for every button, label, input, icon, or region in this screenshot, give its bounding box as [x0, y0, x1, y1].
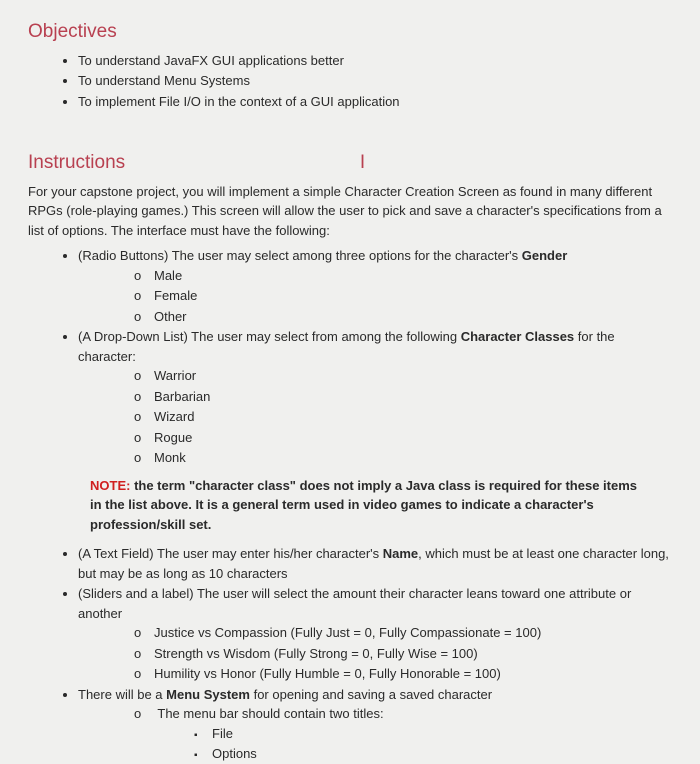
menu-sub-list: The menu bar should contain two titles: …	[78, 704, 672, 764]
objectives-section: Objectives To understand JavaFX GUI appl…	[28, 18, 672, 111]
list-item: Strength vs Wisdom (Fully Strong = 0, Fu…	[134, 644, 672, 664]
instructions-heading: InstructionsI	[28, 149, 672, 178]
slider-options: Justice vs Compassion (Fully Just = 0, F…	[78, 623, 672, 684]
gender-bold: Gender	[522, 248, 568, 263]
list-item: To understand Menu Systems	[78, 71, 672, 91]
note-text: the term "character class" does not impl…	[90, 478, 637, 532]
list-item: To understand JavaFX GUI applications be…	[78, 51, 672, 71]
menu-sub-text: The menu bar should contain two titles:	[157, 706, 383, 721]
class-text-pre: (A Drop-Down List) The user may select f…	[78, 329, 461, 344]
text-cursor: I	[125, 149, 365, 178]
list-item: To implement File I/O in the context of …	[78, 92, 672, 112]
menu-titles: File Options	[134, 724, 672, 764]
list-item: (Radio Buttons) The user may select amon…	[78, 246, 672, 326]
gender-text-pre: (Radio Buttons) The user may select amon…	[78, 248, 522, 263]
objectives-heading: Objectives	[28, 18, 672, 47]
instructions-section: InstructionsI For your capstone project,…	[28, 149, 672, 764]
menu-text-pre: There will be a	[78, 687, 166, 702]
class-bold: Character Classes	[461, 329, 574, 344]
list-item: Rogue	[134, 428, 672, 448]
requirements-list: (Radio Buttons) The user may select amon…	[28, 246, 672, 468]
list-item: Monk	[134, 448, 672, 468]
heading-text: Instructions	[28, 152, 125, 173]
menu-text-post: for opening and saving a saved character	[250, 687, 492, 702]
list-item: (Sliders and a label) The user will sele…	[78, 584, 672, 684]
instructions-intro: For your capstone project, you will impl…	[28, 182, 672, 241]
list-item: File	[194, 724, 672, 744]
list-item: Other	[134, 307, 672, 327]
list-item: Wizard	[134, 407, 672, 427]
list-item: Humility vs Honor (Fully Humble = 0, Ful…	[134, 664, 672, 684]
name-bold: Name	[383, 546, 418, 561]
sliders-text: (Sliders and a label) The user will sele…	[78, 586, 631, 621]
list-item: Warrior	[134, 366, 672, 386]
objectives-list: To understand JavaFX GUI applications be…	[28, 51, 672, 112]
list-item: Male	[134, 266, 672, 286]
menu-bold: Menu System	[166, 687, 250, 702]
gender-options: Male Female Other	[78, 266, 672, 327]
class-options: Warrior Barbarian Wizard Rogue Monk	[78, 366, 672, 468]
list-item: (A Text Field) The user may enter his/he…	[78, 544, 672, 583]
list-item: Options	[194, 744, 672, 764]
list-item: There will be a Menu System for opening …	[78, 685, 672, 764]
list-item: The menu bar should contain two titles: …	[134, 704, 672, 764]
requirements-list-cont: (A Text Field) The user may enter his/he…	[28, 544, 672, 764]
list-item: Female	[134, 286, 672, 306]
list-item: Justice vs Compassion (Fully Just = 0, F…	[134, 623, 672, 643]
note-label: NOTE:	[90, 478, 130, 493]
note-block: NOTE: the term "character class" does no…	[28, 476, 672, 535]
list-item: (A Drop-Down List) The user may select f…	[78, 327, 672, 468]
list-item: Barbarian	[134, 387, 672, 407]
name-text-pre: (A Text Field) The user may enter his/he…	[78, 546, 383, 561]
